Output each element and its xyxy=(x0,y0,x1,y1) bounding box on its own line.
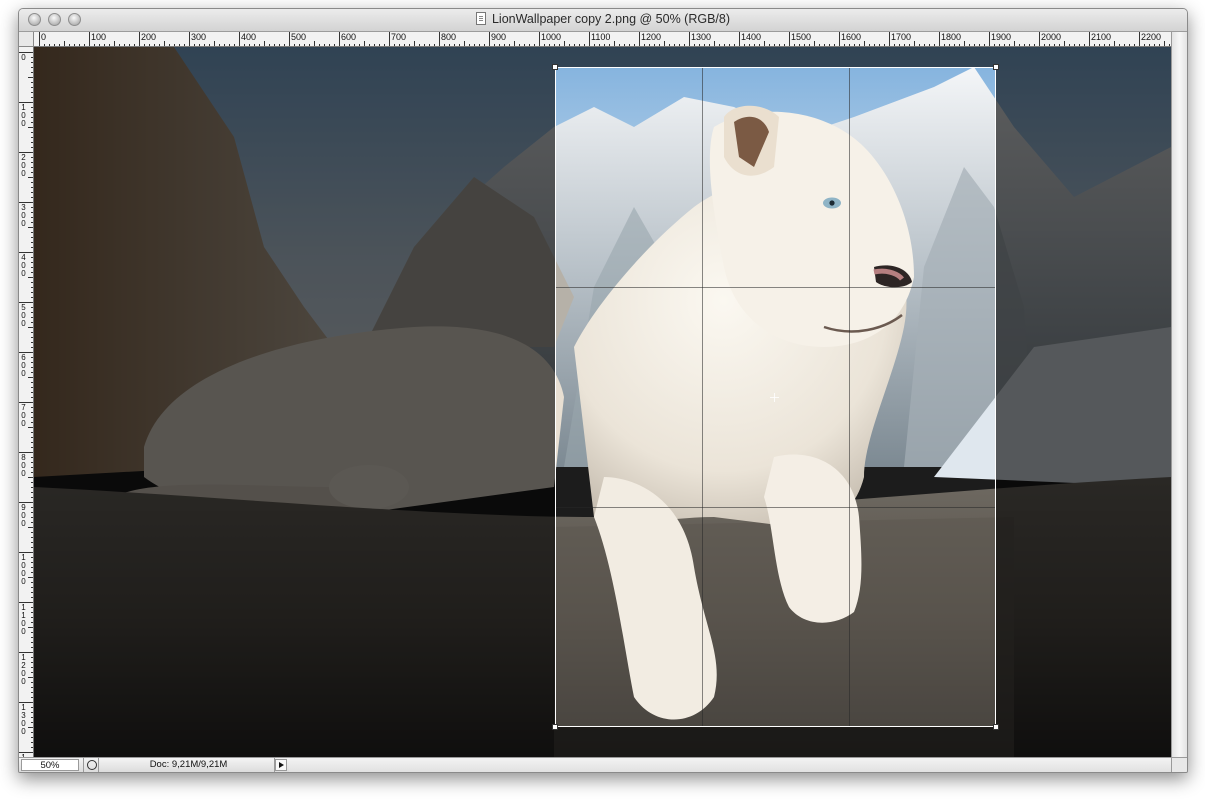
ruler-label: 1100 xyxy=(21,603,26,636)
crop-grid-line xyxy=(702,68,703,726)
ruler-label: 900 xyxy=(21,503,26,528)
ruler-label: 1500 xyxy=(791,32,812,42)
ruler-label: 600 xyxy=(341,32,357,42)
vertical-scrollbar[interactable] xyxy=(1171,32,1187,757)
image-canvas[interactable] xyxy=(34,47,1171,757)
document-window: LionWallpaper copy 2.png @ 50% (RGB/8) 0… xyxy=(18,8,1188,773)
horizontal-ruler[interactable]: 0 100 200 300 400 500 600 700 800 900 1000 1100 1200… xyxy=(34,32,1171,47)
crop-handle-top-right[interactable] xyxy=(993,64,999,70)
ruler-label: 500 xyxy=(21,303,26,328)
ruler-label: 700 xyxy=(21,403,26,428)
ruler-label: 2000 xyxy=(1041,32,1062,42)
clock-icon xyxy=(87,760,97,770)
ruler-label: 0 xyxy=(21,53,26,62)
ruler-label: 300 xyxy=(21,203,26,228)
ruler-label: 1300 xyxy=(691,32,712,42)
ruler-label: 800 xyxy=(441,32,457,42)
crop-handle-bottom-right[interactable] xyxy=(993,724,999,730)
crop-pivot-icon[interactable] xyxy=(770,393,779,402)
window-resize-handle[interactable] xyxy=(1171,757,1187,772)
ruler-label: 600 xyxy=(21,353,26,378)
doc-size-info: Doc: 9,21M/9,21M xyxy=(103,758,275,772)
ruler-label: 0 xyxy=(41,32,47,42)
ruler-label: 1000 xyxy=(541,32,562,42)
ruler-label: 1600 xyxy=(841,32,862,42)
crop-grid-line xyxy=(556,507,995,508)
ruler-label: 1800 xyxy=(941,32,962,42)
title-bar[interactable]: LionWallpaper copy 2.png @ 50% (RGB/8) xyxy=(19,9,1187,32)
ruler-label: 400 xyxy=(241,32,257,42)
ruler-label: 2100 xyxy=(1091,32,1112,42)
ruler-label: 100 xyxy=(91,32,107,42)
ruler-label: 800 xyxy=(21,453,26,478)
ruler-label: 1200 xyxy=(641,32,662,42)
crop-bounding-box[interactable] xyxy=(552,64,999,730)
ruler-label: 2200 xyxy=(1141,32,1162,42)
ruler-label: 700 xyxy=(391,32,407,42)
ruler-label: 500 xyxy=(291,32,307,42)
window-title-wrap: LionWallpaper copy 2.png @ 50% (RGB/8) xyxy=(19,12,1187,26)
horizontal-scrollbar[interactable] xyxy=(289,758,1171,772)
crop-grid-line xyxy=(556,287,995,288)
ruler-label: 900 xyxy=(491,32,507,42)
ruler-label: 200 xyxy=(141,32,157,42)
crop-handle-bottom-left[interactable] xyxy=(552,724,558,730)
vertical-ruler[interactable]: 0 100 200 300 400 500 600 700 800 900 1000 1100 1200… xyxy=(19,47,34,757)
ruler-label: 400 xyxy=(21,253,26,278)
ruler-label: 1200 xyxy=(21,653,26,686)
ruler-label: 1700 xyxy=(891,32,912,42)
ruler-label: 1100 xyxy=(591,32,611,42)
ruler-label: 100 xyxy=(21,103,26,128)
crop-handle-top-left[interactable] xyxy=(552,64,558,70)
ruler-label: 300 xyxy=(191,32,207,42)
zoom-level-field[interactable]: 50% xyxy=(21,759,79,771)
ruler-label: 1400 xyxy=(741,32,762,42)
status-options-button[interactable] xyxy=(83,758,99,772)
status-menu-arrow-icon[interactable] xyxy=(275,759,287,771)
window-title: LionWallpaper copy 2.png @ 50% (RGB/8) xyxy=(491,12,731,26)
ruler-label: 1300 xyxy=(21,703,26,736)
status-bar: 50% Doc: 9,21M/9,21M xyxy=(19,757,1171,772)
crop-grid-line xyxy=(849,68,850,726)
ruler-label: 200 xyxy=(21,153,26,178)
document-icon[interactable] xyxy=(475,12,486,25)
ruler-label: 1000 xyxy=(21,553,26,586)
ruler-label: 1900 xyxy=(991,32,1012,42)
ruler-origin[interactable] xyxy=(19,32,34,47)
